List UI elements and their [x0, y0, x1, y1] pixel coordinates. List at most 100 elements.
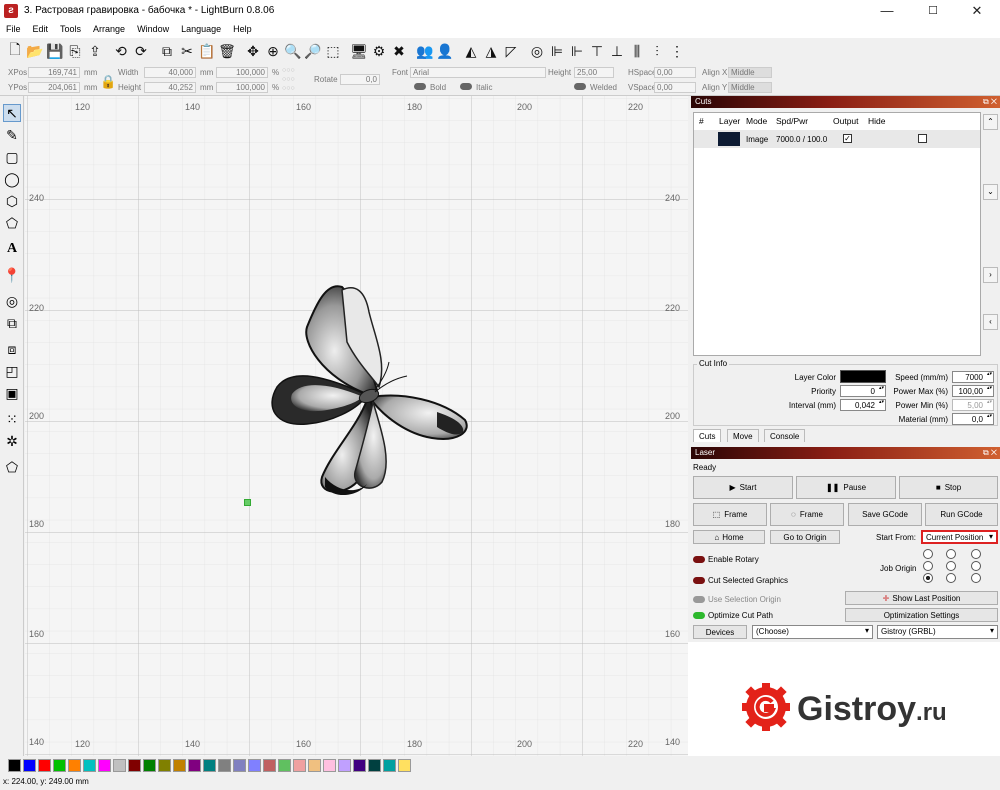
redo-icon[interactable]: ⟳ — [132, 42, 150, 60]
mirror-v-icon[interactable]: ◮ — [482, 42, 500, 60]
maximize-button[interactable]: ☐ — [910, 0, 956, 22]
go-to-origin-button[interactable]: Go to Origin — [770, 530, 840, 544]
job-origin-radio-selected[interactable] — [923, 573, 933, 583]
power-min-input[interactable]: 5,00 — [952, 399, 994, 411]
palette-swatch[interactable] — [53, 758, 66, 772]
palette-swatch[interactable] — [143, 758, 156, 772]
paste-icon[interactable]: 📋 — [198, 42, 216, 60]
pause-button[interactable]: ❚❚ Pause — [796, 476, 896, 499]
expand-right-icon[interactable]: › — [983, 267, 998, 283]
palette-swatch[interactable] — [98, 758, 111, 772]
grid-array-icon[interactable]: ⁙ — [3, 410, 21, 428]
weld-icon[interactable]: ⧉ — [3, 314, 21, 332]
palette-swatch[interactable] — [113, 758, 126, 772]
interval-input[interactable]: 0,042 — [840, 399, 886, 411]
priority-input[interactable]: 0 — [840, 385, 886, 397]
job-origin-radio[interactable] — [971, 549, 981, 559]
tab-console[interactable]: Console — [764, 429, 806, 442]
palette-swatch[interactable] — [398, 758, 411, 772]
frame-rect-button[interactable]: ⬚ Frame — [693, 503, 767, 526]
polygon-icon[interactable]: ⬡ — [3, 192, 21, 210]
alignx-select[interactable]: Middle — [728, 67, 772, 78]
welded-toggle[interactable] — [574, 83, 586, 90]
boolean-intersect-icon[interactable]: ▣ — [3, 384, 21, 402]
move-up-icon[interactable]: ⌃ — [983, 114, 998, 130]
menu-arrange[interactable]: Arrange — [87, 22, 131, 38]
font-select[interactable]: Arial — [410, 67, 546, 78]
home-button[interactable]: ⌂ Home — [693, 530, 765, 544]
select-icon[interactable]: ↖ — [3, 104, 21, 122]
group-icon[interactable]: 👥 — [416, 42, 434, 60]
design-canvas[interactable]: 120 140 160 180 200 220 240 220 200 180 … — [25, 96, 688, 756]
device-profile-select[interactable]: Gistroy (GRBL) — [877, 625, 998, 639]
delete-icon[interactable]: 🗑 — [218, 42, 236, 60]
distribute-h-icon[interactable]: ⫼ — [628, 42, 646, 60]
collapse-left-icon[interactable]: ‹ — [983, 314, 998, 330]
save-icon[interactable]: 💾 — [46, 42, 64, 60]
italic-toggle[interactable] — [460, 83, 472, 90]
distribute-v-icon[interactable]: ⫶ — [648, 42, 666, 60]
run-gcode-button[interactable]: Run GCode — [925, 503, 998, 526]
rectangle-icon[interactable]: ▢ — [3, 148, 21, 166]
move-icon[interactable]: ✥ — [244, 42, 262, 60]
align-top-icon[interactable]: ⊤ — [588, 42, 606, 60]
palette-swatch[interactable] — [263, 758, 276, 772]
show-last-position-button[interactable]: ✛ Show Last Position — [845, 591, 998, 605]
palette-swatch[interactable] — [38, 758, 51, 772]
rotate-icon[interactable]: ◸ — [502, 42, 520, 60]
offset-icon[interactable]: ◎ — [3, 292, 21, 310]
palette-swatch[interactable] — [158, 758, 171, 772]
copy-icon[interactable]: ⧉ — [158, 42, 176, 60]
cut-selected-toggle[interactable] — [693, 577, 705, 584]
vspace-input[interactable]: 0,00 — [654, 82, 696, 93]
palette-swatch[interactable] — [278, 758, 291, 772]
new-file-icon[interactable]: 🗋 — [6, 41, 24, 60]
edit-nodes-icon[interactable]: ✎ — [3, 126, 21, 144]
menu-edit[interactable]: Edit — [27, 22, 55, 38]
rotate-input[interactable]: 0,0 — [340, 74, 380, 85]
devices-button[interactable]: Devices — [693, 625, 747, 639]
palette-swatch[interactable] — [233, 758, 246, 772]
boolean-subtract-icon[interactable]: ◰ — [3, 362, 21, 380]
menu-file[interactable]: File — [0, 22, 27, 38]
butterfly-image[interactable] — [247, 282, 487, 512]
palette-swatch[interactable] — [23, 758, 36, 772]
scale-w-input[interactable]: 100,000 — [216, 67, 268, 78]
open-folder-icon[interactable]: 📂 — [26, 42, 44, 60]
export-icon[interactable]: ⇪ — [86, 42, 104, 60]
menu-language[interactable]: Language — [175, 22, 227, 38]
speed-input[interactable]: 7000 — [952, 371, 994, 383]
menu-help[interactable]: Help — [227, 22, 258, 38]
palette-swatch[interactable] — [83, 758, 96, 772]
position-marker-icon[interactable]: 📍 — [3, 266, 21, 284]
palette-swatch[interactable] — [308, 758, 321, 772]
align-bottom-icon[interactable]: ⊥ — [608, 42, 626, 60]
palette-swatch[interactable] — [353, 758, 366, 772]
ungroup-icon[interactable]: 👤 — [436, 42, 454, 60]
mirror-h-icon[interactable]: ◭ — [462, 42, 480, 60]
hide-checkbox[interactable] — [918, 134, 927, 143]
close-button[interactable]: ✕ — [954, 0, 1000, 22]
save-gcode-button[interactable]: Save GCode — [848, 503, 922, 526]
palette-swatch[interactable] — [68, 758, 81, 772]
palette-swatch[interactable] — [323, 758, 336, 772]
output-checkbox[interactable]: ✓ — [843, 134, 852, 143]
palette-swatch[interactable] — [248, 758, 261, 772]
import-icon[interactable]: ⎘ — [66, 42, 84, 60]
tab-tool-icon[interactable]: ⬠ — [3, 458, 21, 476]
lock-icon[interactable]: 🔒 — [100, 74, 116, 90]
enable-rotary-toggle[interactable] — [693, 556, 705, 563]
xpos-input[interactable]: 169,741 — [28, 67, 80, 78]
device-port-select[interactable]: (Choose) — [752, 625, 873, 639]
material-input[interactable]: 0,0 — [952, 413, 994, 425]
palette-swatch[interactable] — [383, 758, 396, 772]
job-origin-radio[interactable] — [971, 573, 981, 583]
palette-swatch[interactable] — [293, 758, 306, 772]
job-origin-radio[interactable] — [923, 549, 933, 559]
palette-swatch[interactable] — [218, 758, 231, 772]
pentagon-icon[interactable]: ⬠ — [3, 214, 21, 232]
bold-toggle[interactable] — [414, 83, 426, 90]
zoom-selection-icon[interactable]: ⬚ — [324, 42, 342, 60]
align-center-icon[interactable]: ◎ — [528, 42, 546, 60]
anchor-grid-icon[interactable]: ○○○ ○○○ ○○○ — [282, 66, 310, 94]
